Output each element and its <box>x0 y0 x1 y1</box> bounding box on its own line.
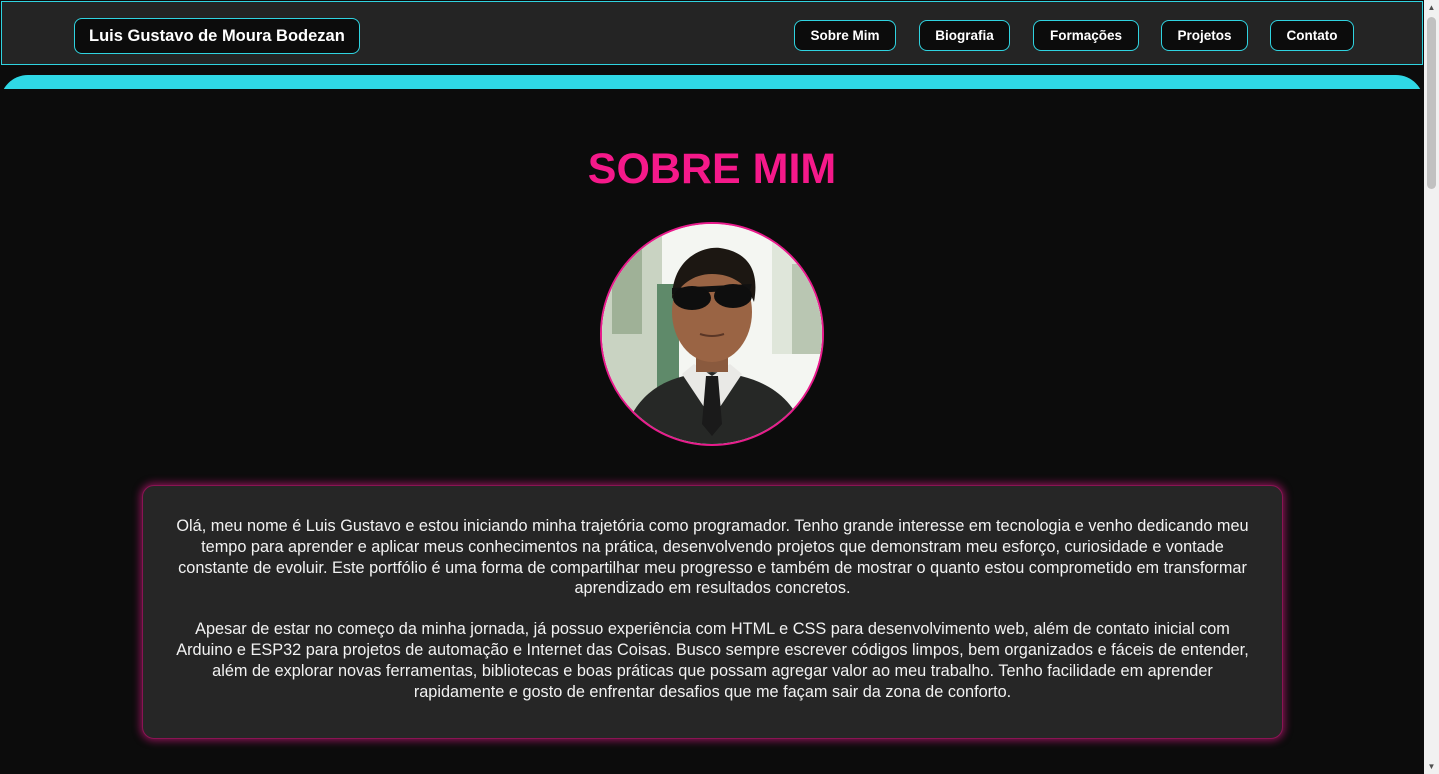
site-header: Luis Gustavo de Moura Bodezan Sobre Mim … <box>1 1 1423 65</box>
scroll-down-arrow-icon[interactable]: ▼ <box>1424 759 1439 774</box>
vertical-scrollbar[interactable]: ▲ ▼ <box>1424 0 1439 774</box>
scroll-up-arrow-icon[interactable]: ▲ <box>1424 0 1439 15</box>
section-title: SOBRE MIM <box>587 145 837 193</box>
nav-sobre-mim[interactable]: Sobre Mim <box>794 20 896 51</box>
nav-biografia[interactable]: Biografia <box>919 20 1010 51</box>
main-nav: Sobre Mim Biografia Formações Projetos C… <box>2 20 1422 52</box>
nav-contato[interactable]: Contato <box>1270 20 1354 51</box>
about-paragraph-1: Olá, meu nome é Luis Gustavo e estou ini… <box>176 517 1249 598</box>
about-text-card: Olá, meu nome é Luis Gustavo e estou ini… <box>142 485 1283 739</box>
about-section: SOBRE MIM Olá, meu nome é Luis Gustavo e… <box>0 89 1424 774</box>
about-paragraph-2: Apesar de estar no começo da minha jorna… <box>176 620 1249 701</box>
profile-photo <box>600 222 824 446</box>
scrollbar-thumb[interactable] <box>1427 17 1436 189</box>
profile-photo-illustration <box>602 224 822 444</box>
nav-projetos[interactable]: Projetos <box>1161 20 1248 51</box>
page: Luis Gustavo de Moura Bodezan Sobre Mim … <box>0 0 1439 774</box>
nav-formacoes[interactable]: Formações <box>1033 20 1139 51</box>
